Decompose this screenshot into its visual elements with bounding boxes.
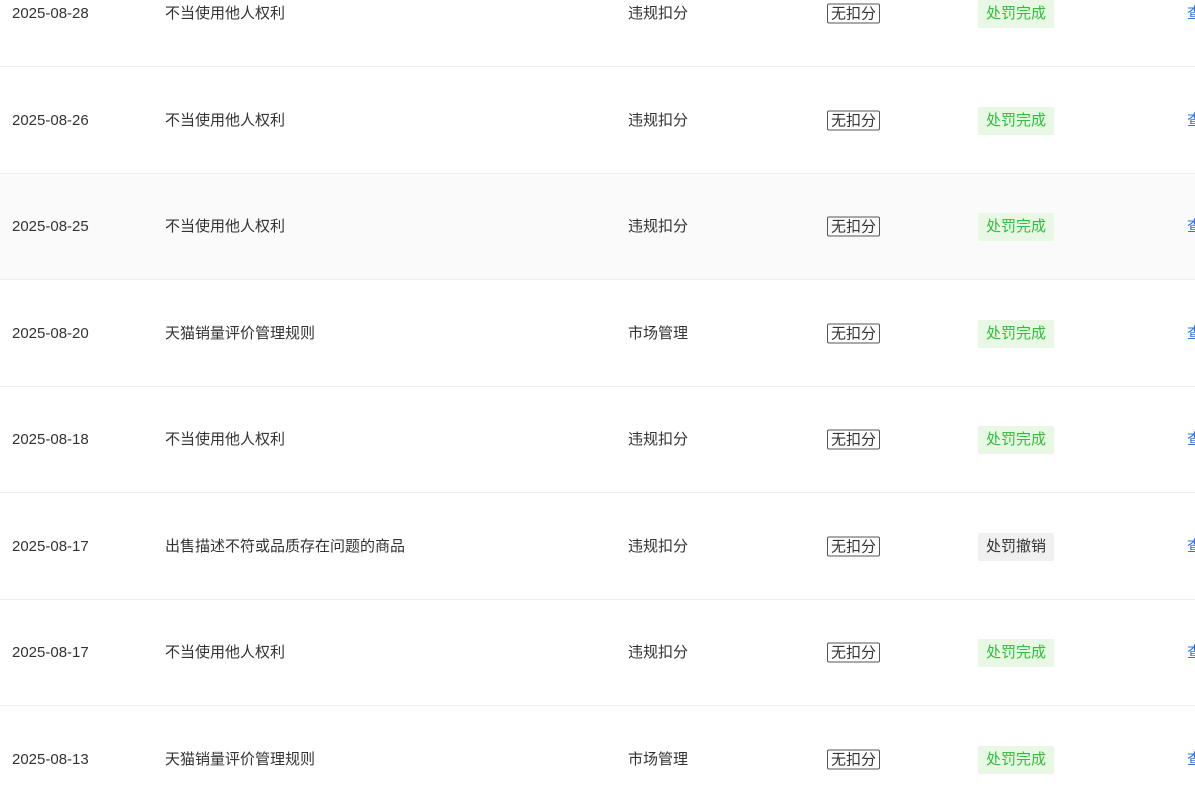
violation-reason: 天猫销量评价管理规则 bbox=[165, 750, 316, 768]
points-tag: 无扣分 bbox=[827, 110, 881, 130]
penalty-status: 处罚撤销 bbox=[978, 532, 1055, 561]
view-link-text[interactable]: 查 bbox=[1187, 218, 1195, 235]
violation-type: 市场管理 bbox=[628, 750, 689, 768]
status-badge: 处罚完成 bbox=[978, 745, 1055, 774]
status-badge: 处罚完成 bbox=[978, 425, 1055, 454]
view-link-text[interactable]: 查 bbox=[1187, 112, 1195, 129]
status-badge: 处罚完成 bbox=[978, 638, 1055, 667]
record-date: 2025-08-20 bbox=[12, 324, 89, 342]
points-deducted: 无扣分 bbox=[827, 749, 881, 770]
points-tag: 无扣分 bbox=[827, 749, 881, 769]
view-link-text[interactable]: 查 bbox=[1187, 5, 1195, 22]
violation-reason: 不当使用他人权利 bbox=[165, 643, 286, 661]
points-deducted: 无扣分 bbox=[827, 110, 881, 131]
points-tag: 无扣分 bbox=[827, 323, 881, 343]
view-details-link[interactable]: 查 bbox=[1187, 643, 1195, 663]
status-badge: 处罚完成 bbox=[978, 212, 1055, 241]
record-date: 2025-08-26 bbox=[12, 111, 89, 129]
record-date: 2025-08-17 bbox=[12, 643, 89, 661]
view-details-link[interactable]: 查 bbox=[1187, 324, 1195, 344]
points-deducted: 无扣分 bbox=[827, 429, 881, 450]
view-details-link[interactable]: 查 bbox=[1187, 750, 1195, 770]
table-row[interactable]: 2025-08-28 不当使用他人权利 违规扣分 无扣分 处罚完成 查 bbox=[0, 0, 1195, 67]
table-row[interactable]: 2025-08-17 出售描述不符或品质存在问题的商品 违规扣分 无扣分 处罚撤… bbox=[0, 494, 1195, 600]
penalty-status: 处罚完成 bbox=[978, 0, 1055, 28]
record-date: 2025-08-13 bbox=[12, 750, 89, 768]
table-row[interactable]: 2025-08-17 不当使用他人权利 违规扣分 无扣分 处罚完成 查 bbox=[0, 600, 1195, 706]
points-tag: 无扣分 bbox=[827, 216, 881, 236]
table-row[interactable]: 2025-08-26 不当使用他人权利 违规扣分 无扣分 处罚完成 查 bbox=[0, 68, 1195, 174]
violation-type: 违规扣分 bbox=[628, 111, 689, 129]
status-badge: 处罚完成 bbox=[978, 0, 1055, 28]
points-deducted: 无扣分 bbox=[827, 323, 881, 344]
view-details-link[interactable]: 查 bbox=[1187, 4, 1195, 24]
penalty-status: 处罚完成 bbox=[978, 319, 1055, 348]
penalty-records-table: 2025-08-28 不当使用他人权利 违规扣分 无扣分 处罚完成 查 2025… bbox=[0, 0, 1195, 799]
view-link-text[interactable]: 查 bbox=[1187, 644, 1195, 661]
violation-type: 违规扣分 bbox=[628, 537, 689, 555]
table-row[interactable]: 2025-08-25 不当使用他人权利 违规扣分 无扣分 处罚完成 查 bbox=[0, 174, 1195, 280]
record-date: 2025-08-18 bbox=[12, 430, 89, 448]
violation-reason: 不当使用他人权利 bbox=[165, 217, 286, 235]
points-deducted: 无扣分 bbox=[827, 642, 881, 663]
penalty-status: 处罚完成 bbox=[978, 638, 1055, 667]
points-deducted: 无扣分 bbox=[827, 216, 881, 237]
violation-reason: 不当使用他人权利 bbox=[165, 4, 286, 22]
table-row[interactable]: 2025-08-13 天猫销量评价管理规则 市场管理 无扣分 处罚完成 查 bbox=[0, 707, 1195, 799]
view-link-text[interactable]: 查 bbox=[1187, 751, 1195, 768]
violation-reason: 不当使用他人权利 bbox=[165, 430, 286, 448]
record-date: 2025-08-17 bbox=[12, 537, 89, 555]
status-badge: 处罚完成 bbox=[978, 106, 1055, 135]
penalty-status: 处罚完成 bbox=[978, 745, 1055, 774]
view-details-link[interactable]: 查 bbox=[1187, 537, 1195, 557]
penalty-status: 处罚完成 bbox=[978, 212, 1055, 241]
violation-type: 违规扣分 bbox=[628, 430, 689, 448]
view-link-text[interactable]: 查 bbox=[1187, 325, 1195, 342]
violation-reason: 不当使用他人权利 bbox=[165, 111, 286, 129]
violation-type: 违规扣分 bbox=[628, 4, 689, 22]
points-deducted: 无扣分 bbox=[827, 536, 881, 557]
violation-reason: 出售描述不符或品质存在问题的商品 bbox=[165, 537, 406, 555]
view-details-link[interactable]: 查 bbox=[1187, 430, 1195, 450]
table-row[interactable]: 2025-08-18 不当使用他人权利 违规扣分 无扣分 处罚完成 查 bbox=[0, 387, 1195, 493]
penalty-status: 处罚完成 bbox=[978, 106, 1055, 135]
view-link-text[interactable]: 查 bbox=[1187, 538, 1195, 555]
points-tag: 无扣分 bbox=[827, 536, 881, 556]
status-badge: 处罚撤销 bbox=[978, 532, 1055, 561]
table-row[interactable]: 2025-08-20 天猫销量评价管理规则 市场管理 无扣分 处罚完成 查 bbox=[0, 281, 1195, 387]
points-deducted: 无扣分 bbox=[827, 3, 881, 24]
violation-reason: 天猫销量评价管理规则 bbox=[165, 324, 316, 342]
view-details-link[interactable]: 查 bbox=[1187, 217, 1195, 237]
violation-type: 违规扣分 bbox=[628, 643, 689, 661]
points-tag: 无扣分 bbox=[827, 429, 881, 449]
points-tag: 无扣分 bbox=[827, 642, 881, 662]
view-link-text[interactable]: 查 bbox=[1187, 431, 1195, 448]
points-tag: 无扣分 bbox=[827, 3, 881, 23]
penalty-status: 处罚完成 bbox=[978, 425, 1055, 454]
violation-type: 违规扣分 bbox=[628, 217, 689, 235]
record-date: 2025-08-28 bbox=[12, 4, 89, 22]
violation-type: 市场管理 bbox=[628, 324, 689, 342]
status-badge: 处罚完成 bbox=[978, 319, 1055, 348]
view-details-link[interactable]: 查 bbox=[1187, 111, 1195, 131]
record-date: 2025-08-25 bbox=[12, 217, 89, 235]
